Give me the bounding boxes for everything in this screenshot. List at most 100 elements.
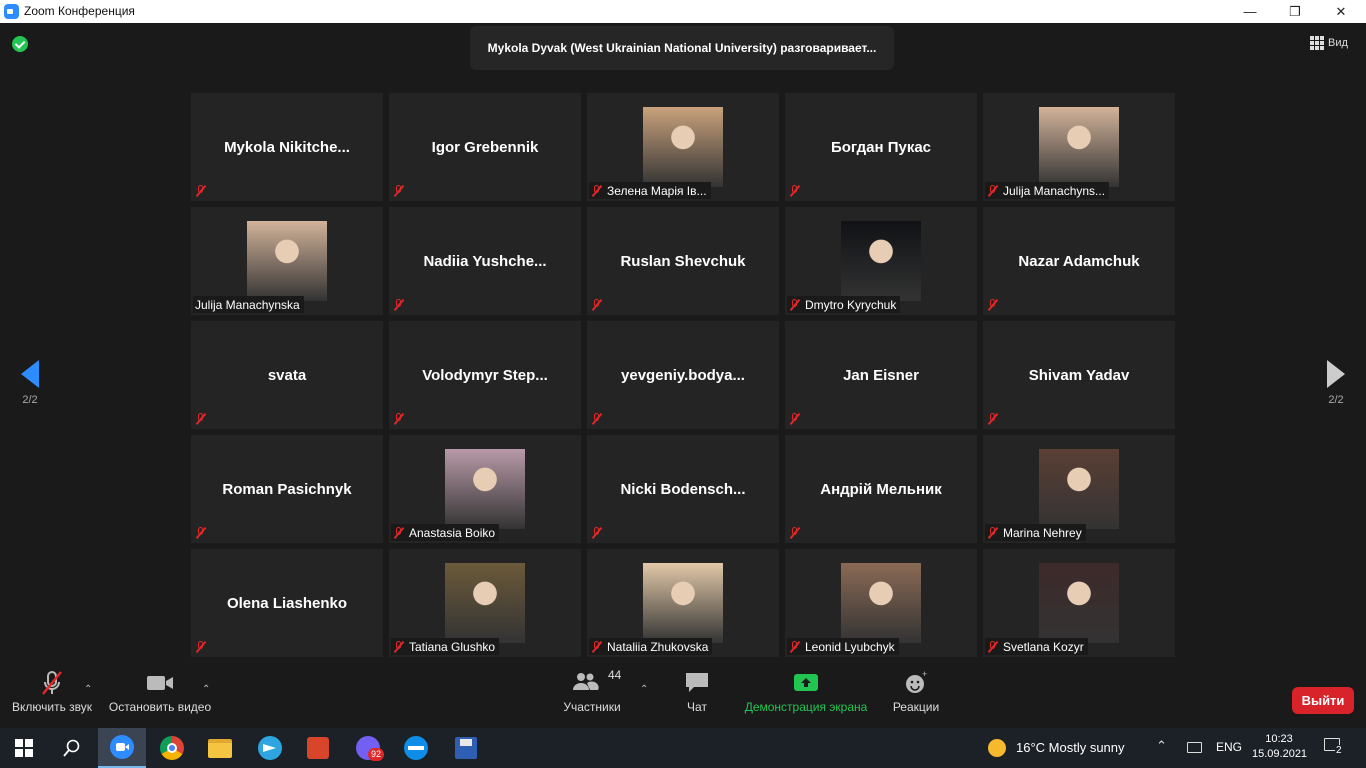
participant-name: Volodymyr Step... xyxy=(422,366,548,384)
view-label: Вид xyxy=(1328,37,1348,49)
participant-tile[interactable]: Jan Eisner xyxy=(785,321,977,429)
participant-tile[interactable]: svata xyxy=(191,321,383,429)
participant-name: Julija Manachyns... xyxy=(1003,183,1106,198)
participant-tile[interactable]: Roman Pasichnyk xyxy=(191,435,383,543)
mic-muted-icon xyxy=(195,412,207,425)
mic-muted-icon xyxy=(591,184,603,197)
participant-tile[interactable]: Nataliia Zhukovska xyxy=(587,549,779,657)
participant-tile[interactable]: Nazar Adamchuk xyxy=(983,207,1175,315)
tray-expand-icon[interactable]: ⌃ xyxy=(1156,738,1167,754)
participants-button[interactable]: 44 Участники xyxy=(560,660,624,728)
taskbar-search-button[interactable] xyxy=(48,728,96,768)
weather-icon[interactable] xyxy=(988,739,1006,757)
participant-tile[interactable]: Nadiia Yushche... xyxy=(389,207,581,315)
maximize-button[interactable]: ❐ xyxy=(1272,0,1318,23)
taskbar-telegram[interactable] xyxy=(246,728,294,768)
mic-muted-icon xyxy=(789,640,801,653)
participant-tile[interactable]: Mykola Nikitche... xyxy=(191,93,383,201)
taskbar-zoom[interactable] xyxy=(98,728,146,768)
participant-tile[interactable]: Anastasia Boiko xyxy=(389,435,581,543)
unmute-button[interactable]: Включить звук xyxy=(8,660,96,728)
participant-name: Jan Eisner xyxy=(843,366,919,384)
mic-muted-icon xyxy=(591,298,603,311)
participant-status xyxy=(193,638,215,655)
chat-button[interactable]: Чат xyxy=(672,660,722,728)
participant-name: Olena Liashenko xyxy=(226,594,348,612)
viber-icon: 92 xyxy=(356,736,385,761)
zoom-app-icon xyxy=(4,4,19,19)
participant-status xyxy=(985,410,1007,427)
video-camera-icon xyxy=(106,660,214,700)
participant-tile[interactable]: Svetlana Kozyr xyxy=(983,549,1175,657)
security-shield-icon[interactable] xyxy=(12,36,28,52)
participant-name: Ruslan Shevchuk xyxy=(620,252,746,270)
windows-logo-icon xyxy=(15,739,33,757)
floppy-disk-icon xyxy=(455,737,477,759)
participant-photo xyxy=(445,563,525,643)
taskbar-app-red[interactable] xyxy=(294,728,342,768)
participant-photo xyxy=(445,449,525,529)
participant-tile[interactable]: Андрій Мельник xyxy=(785,435,977,543)
network-icon[interactable] xyxy=(1187,742,1202,753)
close-button[interactable]: ✕ xyxy=(1318,0,1364,23)
participant-tile[interactable]: Богдан Пукас xyxy=(785,93,977,201)
prev-page-button[interactable]: 2/2 xyxy=(0,360,60,406)
participant-tile[interactable]: Ruslan Shevchuk xyxy=(587,207,779,315)
clock[interactable]: 10:23 15.09.2021 xyxy=(1252,732,1307,762)
participant-tile[interactable]: Зелена Марія Ів... xyxy=(587,93,779,201)
arrow-left-icon xyxy=(21,360,39,388)
notifications-button[interactable]: 2 xyxy=(1324,738,1346,758)
participant-tile[interactable]: Dmytro Kyrychuk xyxy=(785,207,977,315)
active-speaker-banner: Mykola Dyvak (West Ukrainian National Un… xyxy=(470,26,894,70)
leave-meeting-button[interactable]: Выйти xyxy=(1292,687,1354,714)
search-icon xyxy=(63,739,80,757)
participant-status xyxy=(787,524,809,541)
participant-tile[interactable]: Julija Manachyns... xyxy=(983,93,1175,201)
participants-icon: 44 xyxy=(560,660,624,700)
taskbar-file-explorer[interactable] xyxy=(196,728,244,768)
mic-muted-icon xyxy=(195,640,207,653)
next-page-button[interactable]: 2/2 xyxy=(1306,360,1366,406)
taskbar-teamviewer[interactable] xyxy=(392,728,440,768)
participant-status xyxy=(391,296,413,313)
participant-name: Shivam Yadav xyxy=(1028,366,1130,384)
input-language[interactable]: ENG xyxy=(1216,740,1242,754)
participants-options-caret[interactable]: ⌃ xyxy=(640,684,648,695)
participant-grid: Mykola Nikitche... Igor Grebennik Зелена М… xyxy=(191,93,1175,657)
teamviewer-icon xyxy=(404,736,428,760)
video-options-caret[interactable]: ⌃ xyxy=(202,684,210,695)
participant-tile[interactable]: Tatiana Glushko xyxy=(389,549,581,657)
participant-name: Андрій Мельник xyxy=(820,480,942,498)
participant-name-label: Anastasia Boiko xyxy=(391,524,500,541)
taskbar-chrome[interactable] xyxy=(148,728,196,768)
page-indicator-right: 2/2 xyxy=(1328,394,1344,406)
participant-name: Anastasia Boiko xyxy=(409,525,496,540)
taskbar-save-app[interactable] xyxy=(442,728,490,768)
participant-tile[interactable]: Shivam Yadav xyxy=(983,321,1175,429)
participant-tile[interactable]: Leonid Lyubchyk xyxy=(785,549,977,657)
weather-text[interactable]: 16°C Mostly sunny xyxy=(1016,740,1125,755)
participant-name-label: Julija Manachynska xyxy=(193,296,304,313)
minimize-button[interactable]: — xyxy=(1227,0,1273,23)
participant-tile[interactable]: Nicki Bodensch... xyxy=(587,435,779,543)
arrow-right-icon xyxy=(1327,360,1345,388)
participant-name: Svetlana Kozyr xyxy=(1003,639,1084,654)
participant-tile[interactable]: yevgeniy.bodya... xyxy=(587,321,779,429)
participant-tile[interactable]: Igor Grebennik xyxy=(389,93,581,201)
view-button[interactable]: Вид xyxy=(1310,36,1348,50)
participant-tile[interactable]: Julija Manachynska xyxy=(191,207,383,315)
windows-start-button[interactable] xyxy=(0,728,48,768)
participant-status xyxy=(391,182,413,199)
stop-video-button[interactable]: Остановить видео xyxy=(106,660,214,728)
reactions-button[interactable]: + Реакции xyxy=(890,660,942,728)
share-screen-button[interactable]: Демонстрация экрана xyxy=(742,660,870,728)
participant-tile[interactable]: Volodymyr Step... xyxy=(389,321,581,429)
taskbar-viber[interactable]: 92 xyxy=(344,728,392,768)
participant-tile[interactable]: Olena Liashenko xyxy=(191,549,383,657)
mic-muted-icon xyxy=(195,184,207,197)
participant-tile[interactable]: Marina Nehrey xyxy=(983,435,1175,543)
mic-muted-icon xyxy=(591,640,603,653)
audio-options-caret[interactable]: ⌃ xyxy=(84,684,92,695)
mic-muted-icon xyxy=(393,184,405,197)
participant-name: yevgeniy.bodya... xyxy=(621,366,745,384)
